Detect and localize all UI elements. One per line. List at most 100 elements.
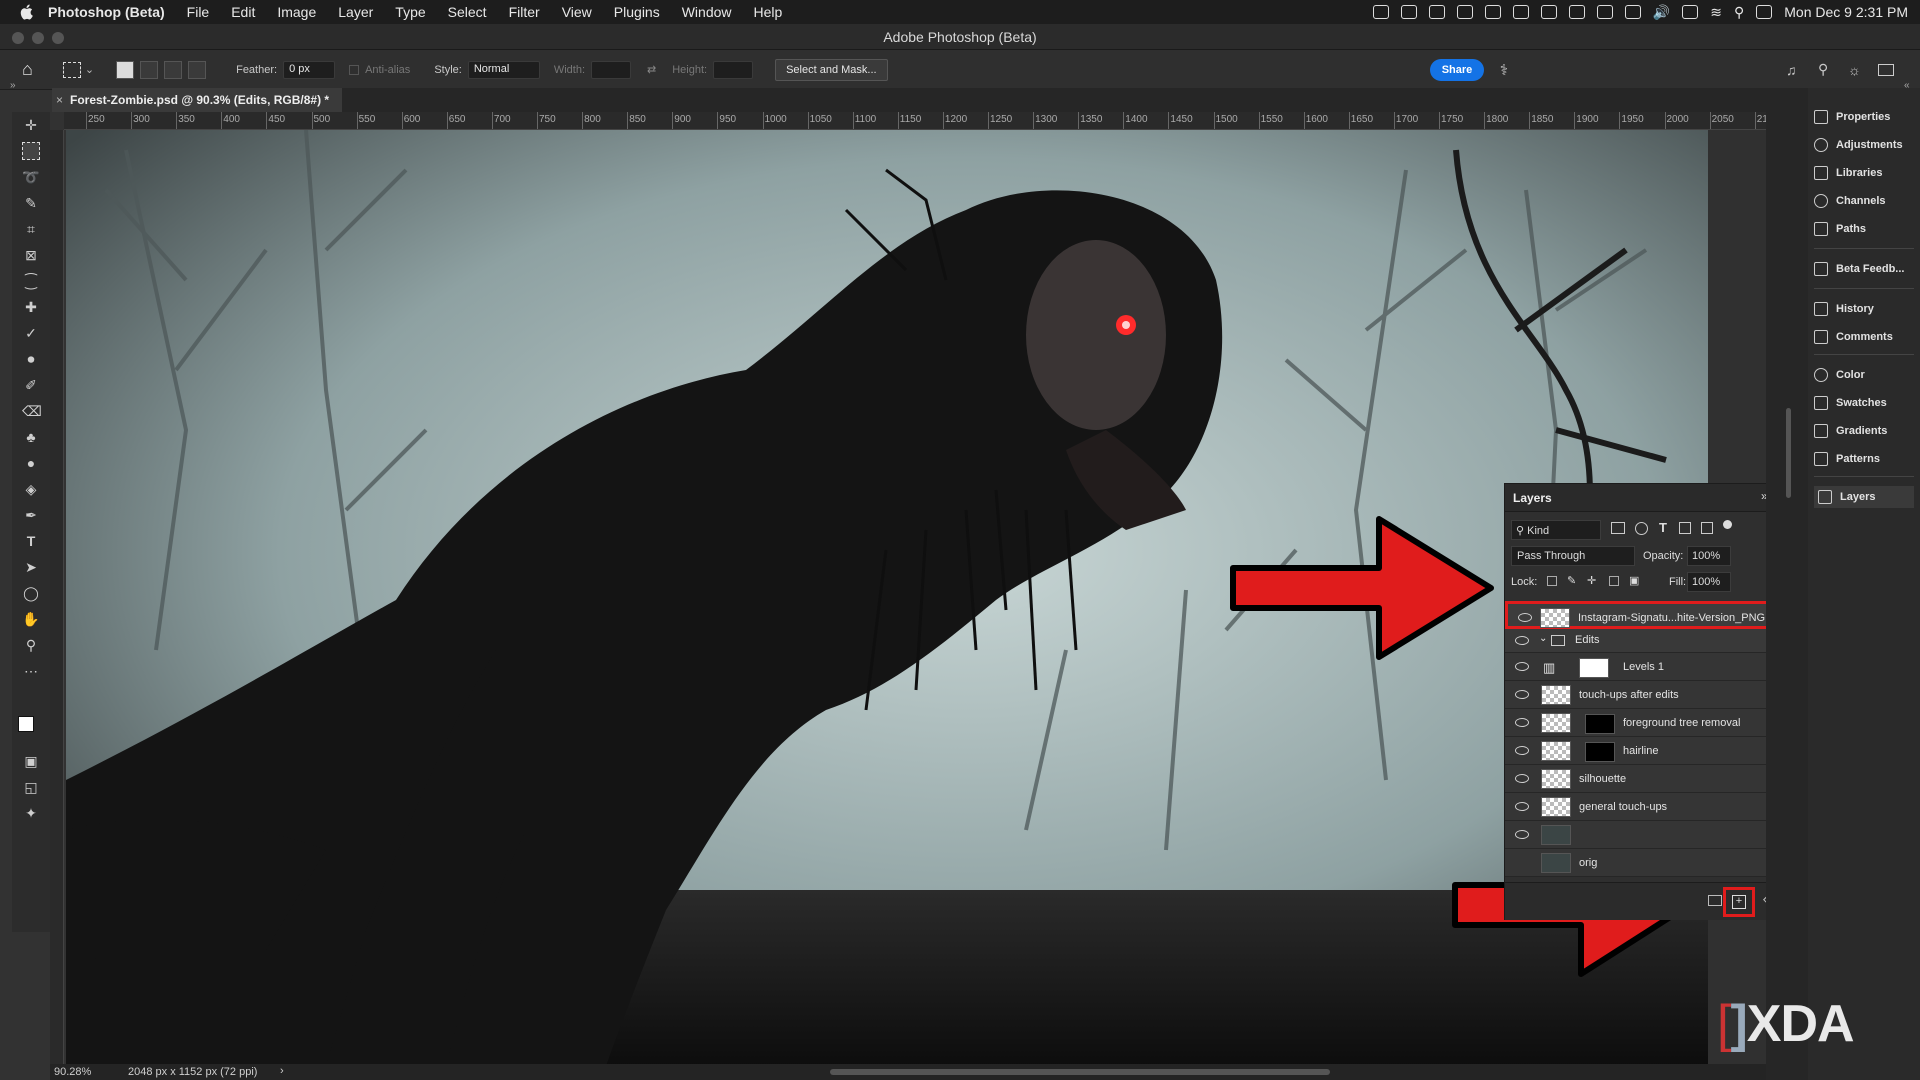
quick-mask-icon[interactable]: ▣ xyxy=(22,752,40,770)
feather-input[interactable]: 0 px xyxy=(283,60,336,79)
panel-history[interactable]: History xyxy=(1814,298,1914,320)
home-icon[interactable]: ⌂ xyxy=(22,59,33,80)
vertical-scrollbar[interactable] xyxy=(1786,408,1791,498)
menu-edit[interactable]: Edit xyxy=(231,4,255,20)
lock-pixels-icon[interactable]: ✎ xyxy=(1567,574,1576,587)
chevron-right-icon[interactable]: › xyxy=(280,1065,284,1077)
fill-input[interactable]: 100% xyxy=(1687,572,1731,592)
layer-row-levels-1[interactable]: ▥ Levels 1 xyxy=(1505,653,1787,681)
new-group-icon[interactable] xyxy=(1708,895,1722,906)
move-tool-icon[interactable]: ✛ xyxy=(22,116,40,134)
generative-icon[interactable]: ✦ xyxy=(22,804,40,822)
close-tab-icon[interactable]: × xyxy=(56,93,63,107)
menu-filter[interactable]: Filter xyxy=(509,4,540,20)
panel-layers[interactable]: Layers xyxy=(1814,486,1914,508)
menu-window[interactable]: Window xyxy=(682,4,732,20)
brush-tool-icon[interactable]: ✓ xyxy=(22,324,40,342)
filter-type-icon[interactable]: T xyxy=(1659,520,1667,535)
panel-beta-feedback[interactable]: Beta Feedb... xyxy=(1814,258,1914,280)
a-icon[interactable] xyxy=(1596,5,1613,19)
menu-layer[interactable]: Layer xyxy=(338,4,373,20)
clone-stamp-icon[interactable]: ⏺ xyxy=(22,350,40,368)
status-icon-3[interactable] xyxy=(1428,5,1445,19)
eye-icon[interactable] xyxy=(1515,774,1529,783)
apple-icon[interactable] xyxy=(18,3,36,21)
workspace-icon[interactable] xyxy=(1878,63,1894,76)
share-button[interactable]: Share xyxy=(1430,59,1484,81)
panel-swatches[interactable]: Swatches xyxy=(1814,392,1914,414)
panel-comments[interactable]: Comments xyxy=(1814,326,1914,348)
layer-row-silhouette[interactable]: silhouette xyxy=(1505,765,1787,793)
height-input[interactable] xyxy=(713,60,754,79)
frame-tool-icon[interactable]: ⊠ xyxy=(22,246,40,264)
filter-kind-select[interactable]: ⚲ Kind xyxy=(1511,520,1601,540)
status-icon-2[interactable] xyxy=(1400,5,1417,19)
document-tab[interactable]: × Forest-Zombie.psd @ 90.3% (Edits, RGB/… xyxy=(52,88,342,112)
layer-group-edits[interactable]: ⌄ Edits xyxy=(1505,629,1787,653)
foreground-color-swatch[interactable] xyxy=(18,716,34,732)
marquee-tool-icon[interactable] xyxy=(62,61,81,78)
horizontal-scrollbar[interactable] xyxy=(830,1069,1330,1075)
lock-position-icon[interactable]: ✛ xyxy=(1587,574,1596,587)
filter-smart-object-icon[interactable] xyxy=(1701,522,1713,534)
layer-row-general-touchups[interactable]: general touch-ups xyxy=(1505,793,1787,821)
layer-row-orig[interactable]: orig xyxy=(1505,849,1787,877)
lock-artboard-icon[interactable] xyxy=(1609,576,1619,586)
eye-icon[interactable] xyxy=(1515,746,1529,755)
menu-plugins[interactable]: Plugins xyxy=(614,4,660,20)
zoom-level[interactable]: 90.28% xyxy=(54,1066,91,1078)
crop-tool-icon[interactable]: ⌗ xyxy=(22,220,40,238)
menu-image[interactable]: Image xyxy=(277,4,316,20)
menu-type[interactable]: Type xyxy=(395,4,425,20)
layer-row-hairline[interactable]: hairline xyxy=(1505,737,1787,765)
rectangular-marquee-tool-icon[interactable] xyxy=(22,142,40,160)
eye-hidden-icon[interactable] xyxy=(1515,858,1529,867)
search-icon[interactable]: ⚲ xyxy=(1818,61,1828,78)
light-icon[interactable]: ☼ xyxy=(1848,62,1861,78)
filter-pixel-icon[interactable] xyxy=(1611,522,1625,534)
intersect-selection-icon[interactable] xyxy=(188,60,207,79)
menu-app-name[interactable]: Photoshop (Beta) xyxy=(48,4,165,20)
eye-icon[interactable] xyxy=(1515,802,1529,811)
opacity-input[interactable]: 100% xyxy=(1687,546,1731,566)
panel-libraries[interactable]: Libraries xyxy=(1814,162,1914,184)
eye-icon[interactable] xyxy=(1515,690,1529,699)
window-icon[interactable] xyxy=(1624,5,1641,19)
menu-file[interactable]: File xyxy=(187,4,210,20)
paint-bucket-icon[interactable]: ♣ xyxy=(22,428,40,446)
search-icon[interactable]: ⚲ xyxy=(1734,4,1744,21)
panel-properties[interactable]: Properties xyxy=(1814,106,1914,128)
subtract-selection-icon[interactable] xyxy=(164,60,183,79)
filter-toggle-icon[interactable] xyxy=(1723,520,1732,529)
chevron-down-icon[interactable]: ⌄ xyxy=(1539,633,1547,644)
panel-paths[interactable]: Paths xyxy=(1814,218,1914,240)
status-icon-5[interactable] xyxy=(1484,5,1501,19)
shield-icon[interactable] xyxy=(1540,5,1557,19)
panel-color[interactable]: Color xyxy=(1814,364,1914,386)
layer-row-foreground-tree-removal[interactable]: foreground tree removal xyxy=(1505,709,1787,737)
new-layer-button[interactable]: + xyxy=(1732,895,1746,909)
path-select-icon[interactable]: ➤ xyxy=(22,558,40,576)
status-icon-4[interactable] xyxy=(1456,5,1473,19)
add-selection-icon[interactable] xyxy=(140,60,159,79)
blend-mode-select[interactable]: Pass Through xyxy=(1511,546,1635,566)
panel-patterns[interactable]: Patterns xyxy=(1814,448,1914,470)
play-icon[interactable] xyxy=(1512,5,1529,19)
menu-view[interactable]: View xyxy=(562,4,592,20)
healing-brush-icon[interactable]: ✚ xyxy=(22,298,40,316)
eye-icon[interactable] xyxy=(1515,662,1529,671)
dodge-tool-icon[interactable]: ◈ xyxy=(22,480,40,498)
menu-select[interactable]: Select xyxy=(448,4,487,20)
antialias-checkbox[interactable] xyxy=(349,64,360,75)
quick-select-tool-icon[interactable]: ✎ xyxy=(22,194,40,212)
wifi-icon[interactable]: ≋ xyxy=(1710,4,1722,21)
menu-help[interactable]: Help xyxy=(754,4,783,20)
volume-icon[interactable]: 🔊 xyxy=(1653,4,1670,21)
lock-transparency-icon[interactable] xyxy=(1547,576,1557,586)
filter-adjustment-icon[interactable] xyxy=(1635,522,1648,535)
history-brush-icon[interactable]: ✐ xyxy=(22,376,40,394)
eye-icon[interactable] xyxy=(1515,830,1529,839)
select-and-mask-button[interactable]: Select and Mask... xyxy=(775,58,888,81)
new-selection-icon[interactable] xyxy=(116,60,135,79)
lasso-tool-icon[interactable]: ➰ xyxy=(22,168,40,186)
